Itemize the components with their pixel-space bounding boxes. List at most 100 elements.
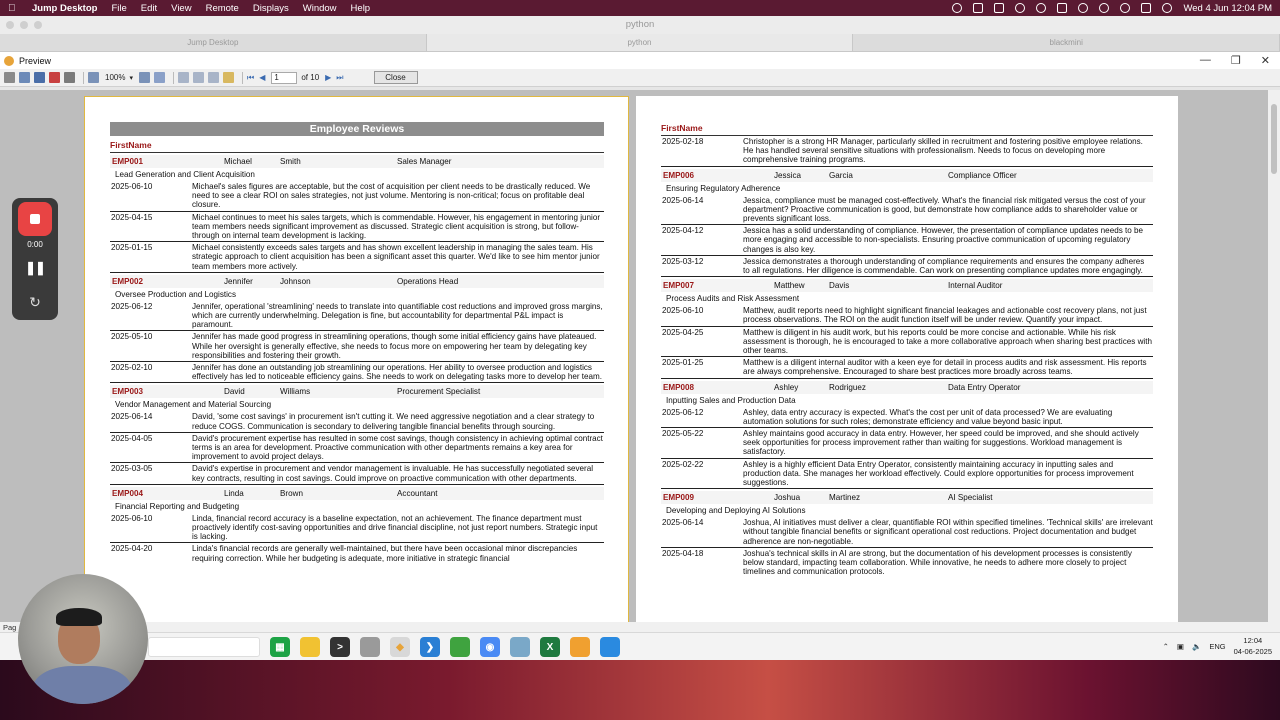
menu-window[interactable]: Window [303,3,337,14]
language-indicator[interactable]: ENG [1209,642,1225,651]
report-page-1: Employee Reviews FirstName EMP001 Michael… [84,96,629,622]
department: Vendor Management and Material Sourcing [115,400,272,410]
chrome-icon[interactable]: ◉ [480,637,500,657]
app-icon[interactable] [450,637,470,657]
page-setup-icon[interactable] [222,72,234,83]
tab-jump-desktop[interactable]: Jump Desktop [0,34,427,51]
menu-edit[interactable]: Edit [141,3,157,14]
scrollbar-thumb[interactable] [1271,104,1277,174]
multi-page-icon[interactable] [207,72,219,83]
wifi-icon[interactable] [1099,3,1110,13]
taskbar-search-input[interactable] [148,637,260,657]
review-row: 2025-04-25 Matthew is diligent in his aud… [661,327,1153,358]
menu-app-name[interactable]: Jump Desktop [32,3,97,14]
minimize-icon[interactable]: — [1200,54,1211,67]
find-icon[interactable] [64,72,75,83]
review-text: Ashley, data entry accuracy is expected.… [743,407,1113,426]
chevron-down-icon[interactable]: ▾ [129,74,133,82]
status-app-icon[interactable] [973,3,984,13]
preview-titlebar: Preview — ❐ ✕ [0,52,1280,69]
last-name: Brown [280,488,303,498]
two-page-icon[interactable] [192,72,204,83]
status-app-icon[interactable] [952,3,963,13]
menu-remote[interactable]: Remote [206,3,239,14]
menu-help[interactable]: Help [351,3,371,14]
status-app-icon[interactable] [1015,3,1026,13]
menu-view[interactable]: View [171,3,191,14]
jump-desktop-window: python Jump Desktop python blackmini Pre… [0,16,1280,720]
apple-icon[interactable]:  [8,3,22,14]
review-text: Christopher is a strong HR Manager, part… [743,137,1143,165]
close-window-icon[interactable] [6,21,14,29]
restore-icon[interactable]: ❐ [1231,54,1241,67]
review-row: 2025-04-12 Jessica has a solid understand… [661,225,1153,256]
app-icon[interactable] [570,637,590,657]
first-name: David [224,387,245,397]
prev-page-icon[interactable]: ◀ [259,73,265,82]
close-icon[interactable]: ✕ [1261,54,1270,67]
siri-icon[interactable] [1162,3,1173,13]
pause-icon[interactable]: ❚❚ [12,260,58,276]
search-icon[interactable] [1120,3,1131,13]
file-explorer-icon[interactable] [300,637,320,657]
review-row: 2025-03-12 Jessica demonstrates a thoroug… [661,256,1153,278]
last-page-icon[interactable]: ⏭ [336,73,343,83]
next-page-icon[interactable]: ▶ [325,73,331,82]
minimize-window-icon[interactable] [20,21,28,29]
review-date: 2025-06-10 [111,182,153,191]
pdf-export-icon[interactable] [49,72,60,83]
employee-id: EMP002 [112,276,144,286]
status-app-icon[interactable] [994,3,1005,13]
chevron-up-icon[interactable]: ⌃ [1163,642,1169,651]
app-icon[interactable] [510,637,530,657]
first-page-icon[interactable]: ⏮ [247,73,254,83]
network-icon[interactable]: ▣ [1177,642,1184,651]
review-date: 2025-03-12 [662,256,704,266]
volume-icon[interactable]: 🔈 [1192,642,1201,651]
fit-page-icon[interactable] [153,72,165,83]
document-viewport[interactable]: Employee Reviews FirstName EMP001 Michael… [0,90,1280,622]
print-icon[interactable] [4,72,15,83]
department: Lead Generation and Client Acquisition [115,170,255,179]
status-app-icon[interactable] [1078,3,1089,13]
zoom-out-icon[interactable] [138,72,150,83]
menubar-clock[interactable]: Wed 4 Jun 12:04 PM [1183,3,1272,14]
restart-icon[interactable]: ↻ [12,294,58,311]
review-row: 2025-06-12 Jennifer, operational 'streaml… [110,301,604,332]
tab-python[interactable]: python [426,34,854,51]
menu-displays[interactable]: Displays [253,3,289,14]
status-app-icon[interactable] [1057,3,1068,13]
review-date: 2025-06-10 [662,306,704,316]
jump-tab-bar: Jump Desktop python blackmini [0,34,1280,52]
zoom-in-icon[interactable] [88,72,99,83]
stop-recording-button[interactable] [18,202,52,236]
department: Financial Reporting and Budgeting [115,501,240,511]
excel-icon[interactable]: X [540,637,560,657]
tab-blackmini[interactable]: blackmini [853,34,1280,51]
taskbar-date: 04-06-2025 [1233,647,1272,656]
review-text: Matthew is a diligent internal auditor w… [743,358,1147,377]
menu-file[interactable]: File [111,3,126,14]
print-setup-icon[interactable] [19,72,30,83]
review-date: 2025-06-14 [111,412,153,422]
taskbar-clock[interactable]: 12:04 04-06-2025 [1234,635,1272,657]
page-number-input[interactable]: 1 [271,71,298,84]
control-center-icon[interactable] [1141,3,1152,13]
terminal-icon[interactable]: > [330,637,350,657]
zoom-select[interactable]: 100% [105,73,125,82]
preview-app-icon[interactable]: ◆ [390,637,410,657]
vertical-scrollbar[interactable] [1268,90,1280,622]
close-button[interactable]: Close [373,71,418,84]
vscode-icon[interactable]: ❯ [420,637,440,657]
app-icon[interactable]: ▦ [270,637,290,657]
system-tray: ⌃ ▣ 🔈 ENG 12:04 04-06-2025 [1163,635,1272,657]
app-icon[interactable] [600,637,620,657]
single-page-icon[interactable] [177,72,189,83]
zoom-window-icon[interactable] [34,21,42,29]
app-icon[interactable] [360,637,380,657]
webcam-person [56,608,102,626]
status-app-icon[interactable] [1036,3,1047,13]
save-icon[interactable] [34,72,45,83]
preview-toolbar: 100% ▾ ⏮ ◀ 1 of 10 ▶ ⏭ Close [0,69,1280,87]
review-date: 2025-02-18 [662,137,704,146]
